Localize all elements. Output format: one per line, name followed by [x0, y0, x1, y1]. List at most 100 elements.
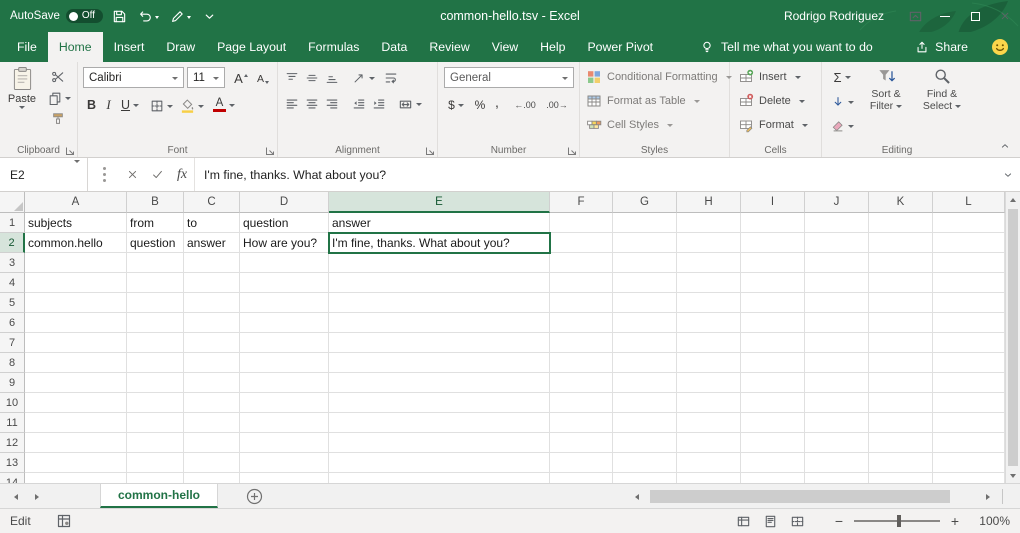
cell-L3[interactable]	[933, 253, 1005, 273]
cell-C5[interactable]	[184, 293, 240, 313]
cell-F10[interactable]	[550, 393, 613, 413]
cell-C8[interactable]	[184, 353, 240, 373]
cell-J8[interactable]	[805, 353, 869, 373]
row-header-11[interactable]: 11	[0, 413, 25, 433]
fill-color-button[interactable]	[178, 96, 206, 115]
cell-L4[interactable]	[933, 273, 1005, 293]
row-header-12[interactable]: 12	[0, 433, 25, 453]
cell-A7[interactable]	[25, 333, 127, 353]
cell-F11[interactable]	[550, 413, 613, 433]
cell-A4[interactable]	[25, 273, 127, 293]
macro-record-button[interactable]	[56, 513, 72, 529]
cell-E6[interactable]	[329, 313, 550, 333]
cell-G12[interactable]	[613, 433, 677, 453]
number-dialog-launcher[interactable]	[567, 145, 577, 155]
cell-A5[interactable]	[25, 293, 127, 313]
tab-page-layout[interactable]: Page Layout	[206, 32, 297, 62]
cell-H8[interactable]	[677, 353, 741, 373]
cell-J13[interactable]	[805, 453, 869, 473]
row-header-3[interactable]: 3	[0, 253, 25, 273]
cell-B9[interactable]	[127, 373, 184, 393]
cell-K3[interactable]	[869, 253, 933, 273]
cell-E10[interactable]	[329, 393, 550, 413]
formula-bar-grip[interactable]	[88, 158, 120, 191]
tab-file[interactable]: File	[6, 32, 48, 62]
cell-D8[interactable]	[240, 353, 329, 373]
cell-J14[interactable]	[805, 473, 869, 483]
tab-formulas[interactable]: Formulas	[297, 32, 370, 62]
align-center-button[interactable]	[303, 95, 321, 113]
tab-data[interactable]: Data	[370, 32, 418, 62]
column-header-E[interactable]: E	[329, 192, 550, 213]
cell-D1[interactable]: question	[240, 213, 329, 233]
row-header-8[interactable]: 8	[0, 353, 25, 373]
cell-J4[interactable]	[805, 273, 869, 293]
insert-cells-button[interactable]: Insert	[738, 69, 801, 85]
cell-J9[interactable]	[805, 373, 869, 393]
cell-A13[interactable]	[25, 453, 127, 473]
cell-H13[interactable]	[677, 453, 741, 473]
horizontal-scrollbar[interactable]	[646, 488, 976, 505]
cell-K8[interactable]	[869, 353, 933, 373]
row-header-10[interactable]: 10	[0, 393, 25, 413]
cell-D5[interactable]	[240, 293, 329, 313]
cell-B12[interactable]	[127, 433, 184, 453]
row-header-5[interactable]: 5	[0, 293, 25, 313]
cell-G4[interactable]	[613, 273, 677, 293]
new-sheet-button[interactable]	[246, 488, 263, 505]
cell-K6[interactable]	[869, 313, 933, 333]
cell-C6[interactable]	[184, 313, 240, 333]
cell-J5[interactable]	[805, 293, 869, 313]
cell-F12[interactable]	[550, 433, 613, 453]
cell-F8[interactable]	[550, 353, 613, 373]
number-format-select[interactable]: General	[444, 67, 574, 88]
close-button[interactable]	[990, 0, 1020, 32]
cell-D3[interactable]	[240, 253, 329, 273]
autosave-toggle[interactable]: AutoSave Off	[10, 9, 103, 23]
cell-J11[interactable]	[805, 413, 869, 433]
sheet-tab-common-hello[interactable]: common-hello	[100, 484, 218, 508]
cell-A9[interactable]	[25, 373, 127, 393]
tab-help[interactable]: Help	[529, 32, 576, 62]
cell-K2[interactable]	[869, 233, 933, 253]
maximize-button[interactable]	[960, 0, 990, 32]
cell-K1[interactable]	[869, 213, 933, 233]
cell-styles-button[interactable]: Cell Styles	[586, 117, 673, 133]
cell-I3[interactable]	[741, 253, 805, 273]
cell-K11[interactable]	[869, 413, 933, 433]
cell-K13[interactable]	[869, 453, 933, 473]
cell-E12[interactable]	[329, 433, 550, 453]
cell-I5[interactable]	[741, 293, 805, 313]
collapse-ribbon-button[interactable]	[998, 140, 1012, 152]
row-header-14[interactable]: 14	[0, 473, 25, 483]
cell-F3[interactable]	[550, 253, 613, 273]
cell-D12[interactable]	[240, 433, 329, 453]
cell-I2[interactable]	[741, 233, 805, 253]
cell-I11[interactable]	[741, 413, 805, 433]
cell-E7[interactable]	[329, 333, 550, 353]
cancel-button[interactable]	[120, 158, 145, 191]
cell-E4[interactable]	[329, 273, 550, 293]
cell-E3[interactable]	[329, 253, 550, 273]
expand-formula-bar-button[interactable]	[996, 158, 1020, 191]
cut-button[interactable]	[46, 68, 70, 86]
cell-B5[interactable]	[127, 293, 184, 313]
cell-E13[interactable]	[329, 453, 550, 473]
zoom-level[interactable]: 100%	[976, 514, 1010, 528]
format-cells-button[interactable]: Format	[738, 117, 808, 133]
horizontal-scroll-thumb[interactable]	[650, 490, 950, 503]
next-sheet-button[interactable]	[26, 484, 46, 509]
cell-H11[interactable]	[677, 413, 741, 433]
cell-G1[interactable]	[613, 213, 677, 233]
cell-G7[interactable]	[613, 333, 677, 353]
cell-G13[interactable]	[613, 453, 677, 473]
cell-A3[interactable]	[25, 253, 127, 273]
align-middle-button[interactable]	[303, 69, 321, 87]
cell-H12[interactable]	[677, 433, 741, 453]
align-right-button[interactable]	[323, 95, 341, 113]
cell-L1[interactable]	[933, 213, 1005, 233]
cell-D2[interactable]: How are you?	[240, 233, 329, 253]
italic-button[interactable]: I	[102, 95, 115, 115]
cell-E11[interactable]	[329, 413, 550, 433]
cell-J6[interactable]	[805, 313, 869, 333]
